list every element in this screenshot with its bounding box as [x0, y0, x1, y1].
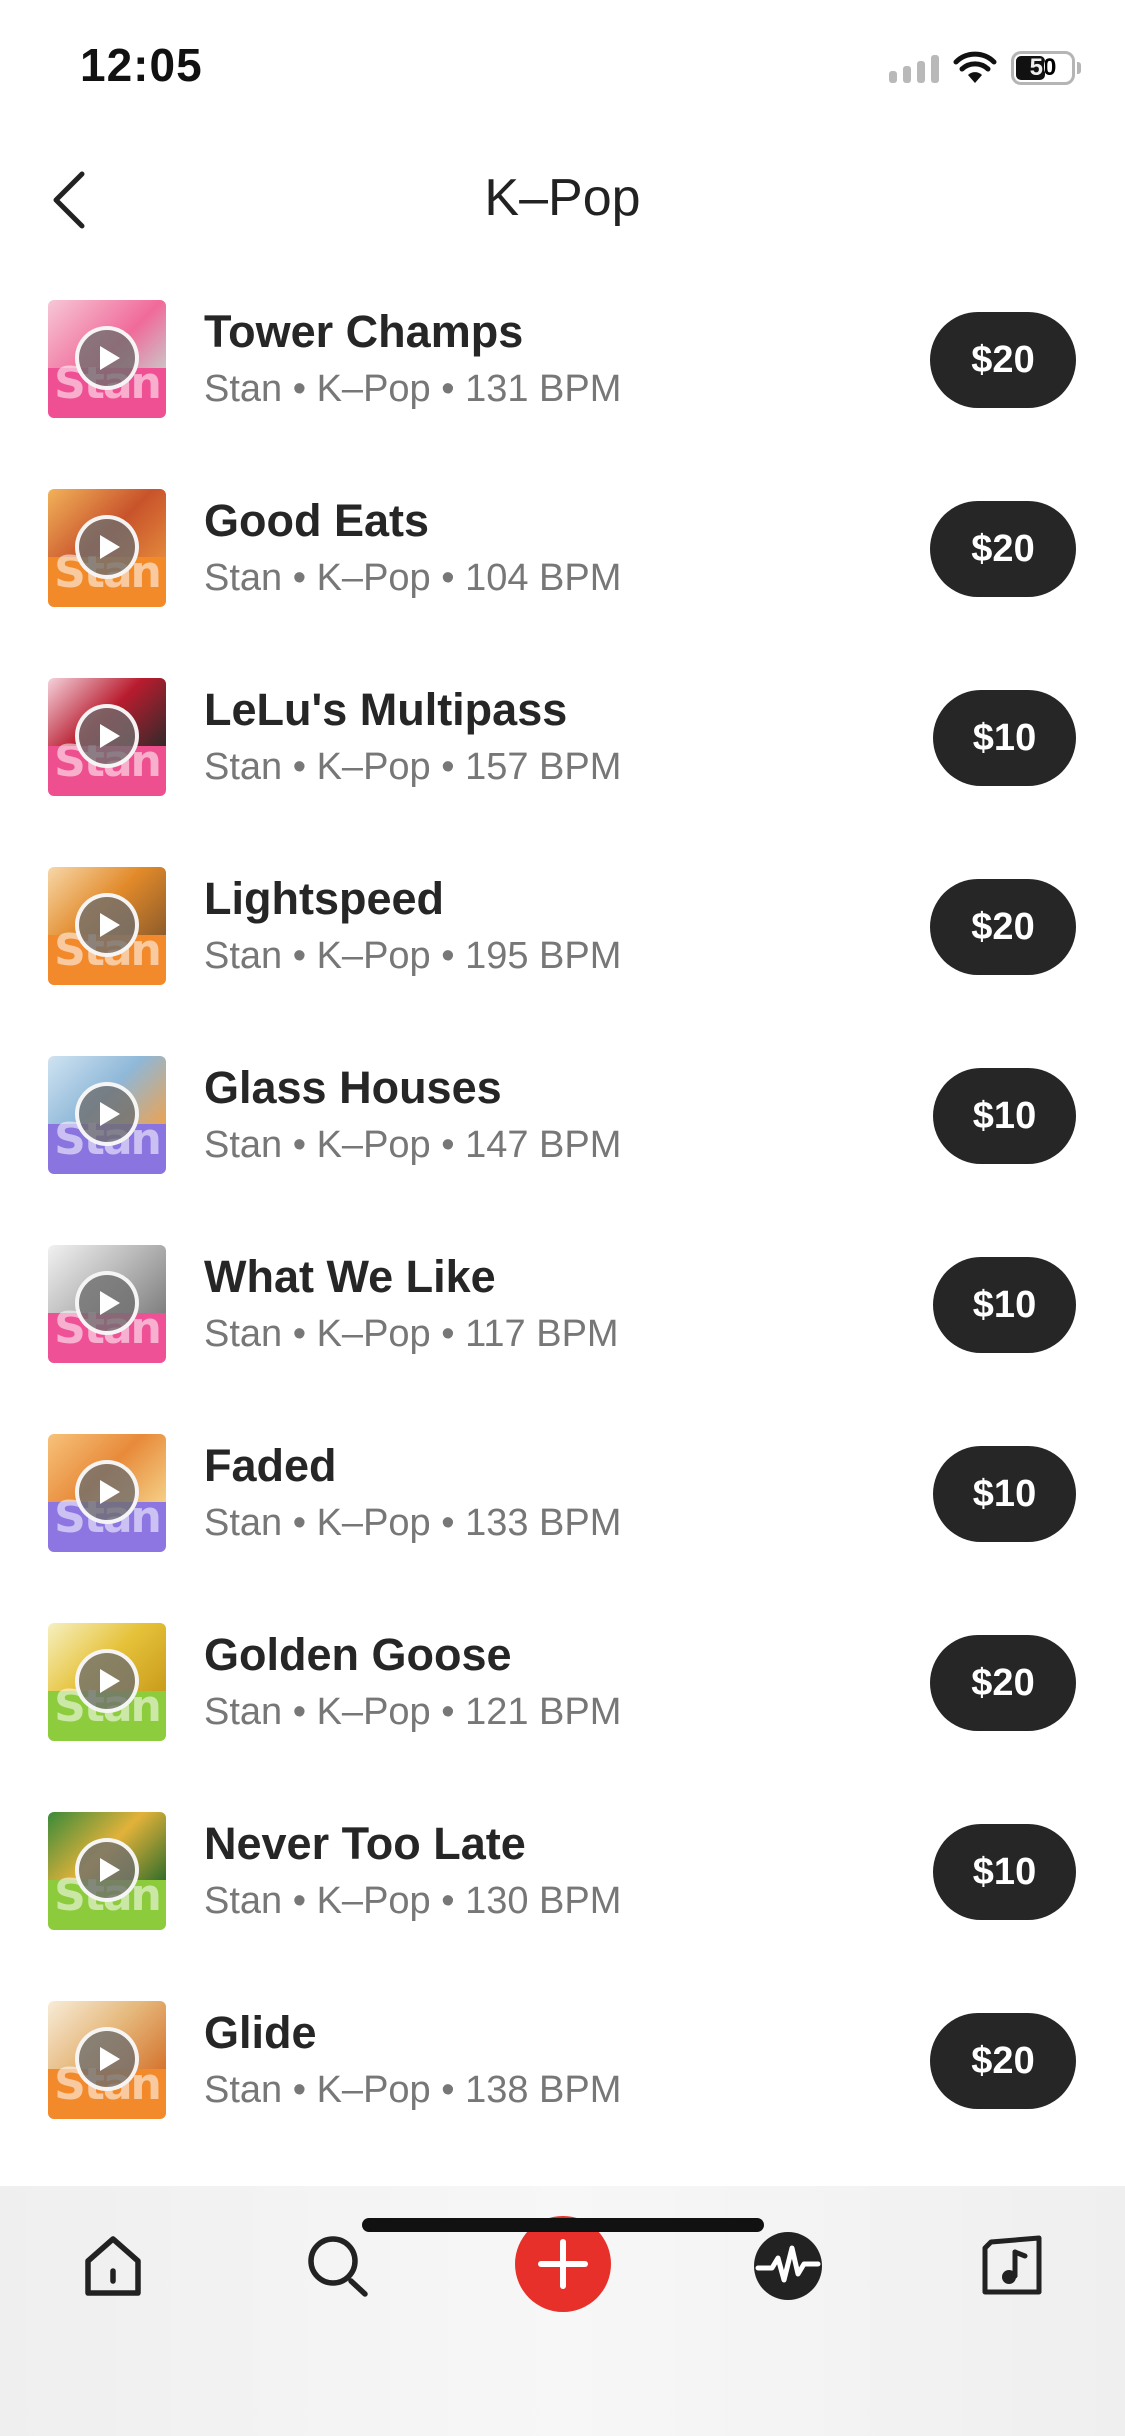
price-button[interactable]: $20 [930, 1635, 1076, 1731]
track-title: Never Too Late [204, 1818, 526, 1869]
cover-art: Stan [48, 489, 166, 607]
battery-level: 50 [1029, 54, 1057, 81]
cover-art: Stan [48, 1434, 166, 1552]
price-button[interactable]: $10 [933, 1068, 1076, 1164]
price-button[interactable]: $20 [930, 879, 1076, 975]
track-row[interactable]: Stan LeLu's Multipass Stan • K–Pop • 157… [0, 668, 1125, 857]
play-icon [100, 724, 120, 748]
home-indicator [362, 2218, 764, 2232]
track-meta: Stan • K–Pop • 157 BPM [204, 746, 622, 788]
status-icons: 50 [889, 46, 1081, 90]
track-title: LeLu's Multipass [204, 684, 568, 735]
cover-art: Stan [48, 2001, 166, 2119]
track-row[interactable]: Stan Never Too Late Stan • K–Pop • 130 B… [0, 1802, 1125, 1991]
price-button[interactable]: $20 [930, 501, 1076, 597]
play-button[interactable] [75, 1649, 139, 1713]
play-icon [100, 2047, 120, 2071]
play-button[interactable] [75, 1460, 139, 1524]
track-row[interactable]: Stan Glide Stan • K–Pop • 138 BPM $20 [0, 1991, 1125, 2180]
battery-icon: 50 [1011, 51, 1075, 85]
track-row[interactable]: Stan What We Like Stan • K–Pop • 117 BPM… [0, 1235, 1125, 1424]
play-icon [100, 1102, 120, 1126]
price-button[interactable]: $10 [933, 690, 1076, 786]
track-row[interactable]: Stan Tower Champs Stan • K–Pop • 131 BPM… [0, 290, 1125, 479]
cover-art: Stan [48, 1623, 166, 1741]
plus-icon [538, 2239, 588, 2289]
waveform-icon [754, 2232, 822, 2300]
price-button[interactable]: $20 [930, 312, 1076, 408]
track-title: Golden Goose [204, 1629, 512, 1680]
battery-cap [1077, 62, 1081, 74]
tab-bar [0, 2186, 1125, 2436]
wifi-icon [953, 51, 997, 83]
tab-library[interactable] [965, 2218, 1061, 2314]
cover-art: Stan [48, 300, 166, 418]
track-title: Glass Houses [204, 1062, 502, 1113]
play-button[interactable] [75, 1082, 139, 1146]
cellular-signal-icon [889, 53, 939, 83]
track-meta: Stan • K–Pop • 117 BPM [204, 1313, 619, 1355]
play-button[interactable] [75, 893, 139, 957]
header: K–Pop [0, 140, 1125, 260]
home-icon [85, 2236, 141, 2296]
track-title: What We Like [204, 1251, 496, 1302]
track-meta: Stan • K–Pop • 133 BPM [204, 1502, 622, 1544]
music-library-icon [982, 2235, 1042, 2295]
track-meta: Stan • K–Pop • 121 BPM [204, 1691, 622, 1733]
track-row[interactable]: Stan Faded Stan • K–Pop • 133 BPM $10 [0, 1424, 1125, 1613]
track-meta: Stan • K–Pop • 130 BPM [204, 1880, 622, 1922]
page-title: K–Pop [484, 169, 641, 227]
tab-home[interactable] [65, 2218, 161, 2314]
play-icon [100, 1858, 120, 1882]
play-button[interactable] [75, 1838, 139, 1902]
track-title: Good Eats [204, 495, 430, 546]
tab-search[interactable] [290, 2218, 386, 2314]
price-button[interactable]: $20 [930, 2013, 1076, 2109]
price-button[interactable]: $10 [933, 1257, 1076, 1353]
track-meta: Stan • K–Pop • 147 BPM [204, 1124, 622, 1166]
track-title: Glide [204, 2007, 317, 2058]
track-row[interactable]: Stan Lightspeed Stan • K–Pop • 195 BPM $… [0, 857, 1125, 1046]
track-title: Faded [204, 1440, 337, 1491]
track-meta: Stan • K–Pop • 195 BPM [204, 935, 622, 977]
track-meta: Stan • K–Pop • 104 BPM [204, 557, 622, 599]
play-button[interactable] [75, 704, 139, 768]
status-bar: 12:05 50 [0, 0, 1125, 140]
track-title: Tower Champs [204, 306, 524, 357]
play-icon [100, 1291, 120, 1315]
status-time: 12:05 [80, 39, 203, 91]
play-button[interactable] [75, 1271, 139, 1335]
tab-activity[interactable] [740, 2218, 836, 2314]
track-title: Lightspeed [204, 873, 445, 924]
cover-art: Stan [48, 1245, 166, 1363]
play-icon [100, 1669, 120, 1693]
play-icon [100, 1480, 120, 1504]
play-button[interactable] [75, 515, 139, 579]
play-icon [100, 535, 120, 559]
track-list: Stan Tower Champs Stan • K–Pop • 131 BPM… [0, 290, 1125, 2180]
track-meta: Stan • K–Pop • 138 BPM [204, 2069, 622, 2111]
track-row[interactable]: Stan Glass Houses Stan • K–Pop • 147 BPM… [0, 1046, 1125, 1235]
price-button[interactable]: $10 [933, 1446, 1076, 1542]
search-icon [308, 2236, 368, 2297]
track-row[interactable]: Stan Good Eats Stan • K–Pop • 104 BPM $2… [0, 479, 1125, 668]
play-icon [100, 346, 120, 370]
play-button[interactable] [75, 326, 139, 390]
cover-art: Stan [48, 678, 166, 796]
play-icon [100, 913, 120, 937]
track-row[interactable]: Stan Golden Goose Stan • K–Pop • 121 BPM… [0, 1613, 1125, 1802]
cover-art: Stan [48, 1812, 166, 1930]
cover-art: Stan [48, 867, 166, 985]
price-button[interactable]: $10 [933, 1824, 1076, 1920]
cover-art: Stan [48, 1056, 166, 1174]
play-button[interactable] [75, 2027, 139, 2091]
track-meta: Stan • K–Pop • 131 BPM [204, 368, 622, 410]
